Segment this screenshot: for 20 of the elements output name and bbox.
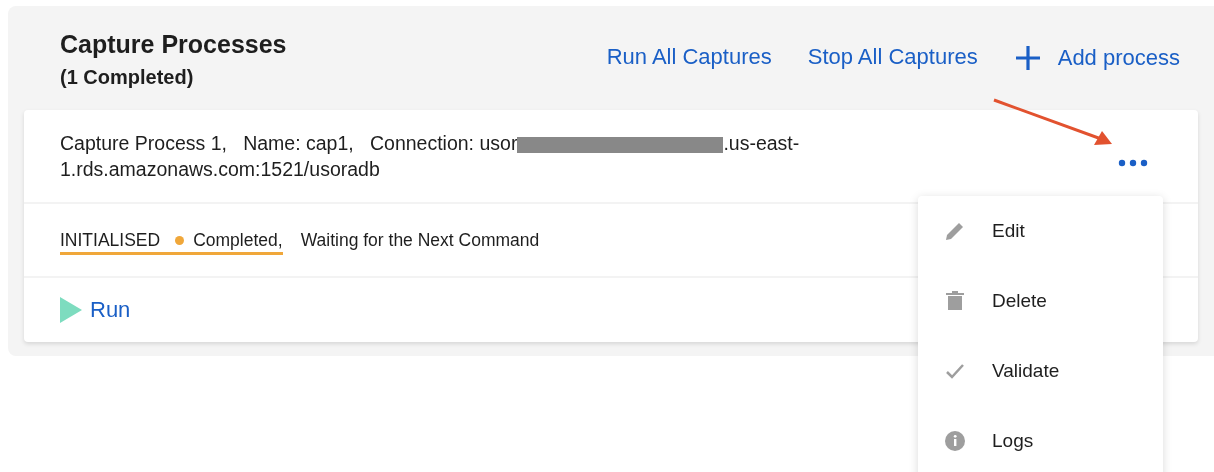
run-link[interactable]: Run [60,297,131,323]
completed-count: (1 Completed) [60,66,195,89]
add-process-link[interactable]: Add process [1013,44,1180,72]
play-icon [60,297,82,323]
menu-item[interactable]: Edit [918,196,1163,266]
trash-icon [944,290,966,312]
pencil-icon [944,220,966,242]
more-icon [1118,159,1148,167]
menu-item[interactable]: Validate [918,336,1163,406]
process-description: Capture Process 1, Name: cap1, Connection: usor .us-east- 1.rds.amazonaws.com:1521/usoradb [60,131,800,182]
status-message: Waiting for the Next Command [300,229,540,251]
action-link[interactable]: Run All Captures [606,44,772,70]
section-title: Capture Processes [60,29,287,60]
menu-item[interactable]: Delete [918,266,1163,336]
info-icon [944,430,966,452]
plus-icon [1013,44,1042,72]
status-result: Completed, [193,229,283,251]
action-link[interactable]: Stop All Captures [807,44,978,70]
status-state: INITIALISED [60,229,161,251]
menu-item[interactable]: Logs [918,406,1163,472]
